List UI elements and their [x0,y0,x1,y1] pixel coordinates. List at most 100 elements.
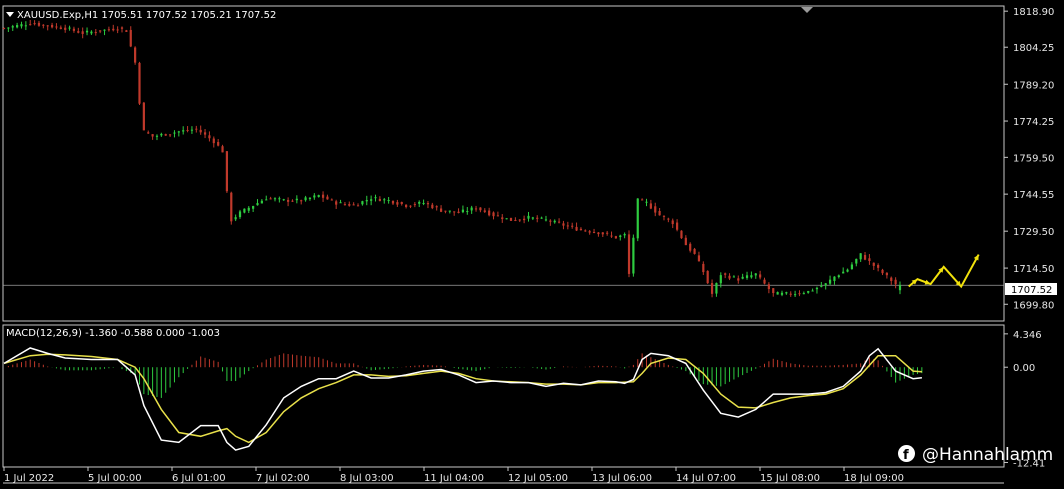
candle-body [435,206,438,208]
candle-body [732,276,736,278]
facebook-f-glyph: f [903,448,909,463]
candle-body [186,129,189,131]
candle-body [195,128,198,130]
candle-body [317,195,320,197]
candle-body [667,218,670,220]
candle-body [247,207,250,211]
candle-body [426,203,430,205]
candle-body [584,230,587,232]
candle-body [501,217,504,220]
candle-body [885,272,888,276]
candle-body [505,218,508,220]
candle-body [356,205,360,207]
candle-body [523,218,526,221]
candle-body [90,31,93,34]
candle-body [641,199,644,201]
candle-body [138,62,141,104]
candle-body [343,204,347,206]
candle-body [894,279,897,285]
candle-body [662,215,666,217]
candle-body [759,274,762,278]
time-tick-label: 1 Jul 2022 [4,473,54,484]
candle-body [702,263,705,273]
candle-body [531,217,534,219]
candle-body [518,219,521,221]
time-tick-label: 7 Jul 02:00 [256,473,310,484]
candle-body [754,273,757,276]
candle-body [794,294,797,296]
candle-body [610,235,613,237]
macd-header: MACD(12,26,9) -1.360 -0.588 0.000 -1.003 [6,328,220,339]
candle-body [488,210,491,216]
candle-body [103,29,106,31]
candle-body [571,225,574,227]
candle-body [24,25,27,27]
candle-body [190,129,194,131]
candle-body [173,132,176,134]
candle-body [509,217,513,221]
candle-body [461,209,465,213]
candle-body [361,201,364,205]
candle-body [370,199,373,201]
candle-body [217,142,220,146]
candle-body [579,228,583,231]
candle-body [300,200,303,202]
candle-body [846,269,849,272]
candle-body [772,288,775,294]
candle-body [125,30,128,32]
candle-body [378,198,381,202]
candle-body [20,24,23,27]
candle-body [129,29,132,47]
time-tick-label: 5 Jul 00:00 [88,473,142,484]
time-tick-label: 6 Jul 01:00 [172,473,226,484]
candle-body [199,129,202,133]
candle-body [116,29,119,31]
candle-body [182,130,185,132]
candle-body [601,232,604,235]
candle-body [811,290,814,292]
time-tick-label: 15 Jul 08:00 [760,473,820,484]
candle-body [855,258,858,264]
candle-body [374,197,377,199]
candle-body [50,24,54,28]
price-tick-label: 1804.25 [1013,43,1054,54]
price-tick-label: 1699.80 [1013,300,1054,311]
candle-body [46,25,49,27]
candle-body [286,199,290,202]
candle-body [728,275,731,279]
candle-body [269,198,272,200]
candle-body [422,203,425,205]
candle-body [680,230,683,239]
candle-body [160,133,163,136]
candle-body [562,223,565,226]
candle-body [623,234,626,236]
candle-body [252,206,255,209]
candle-body [295,198,298,201]
candle-body [155,135,159,137]
candle-body [55,26,58,28]
candle-body [850,264,854,270]
candle-body [496,215,499,217]
price-tick-label: 1744.55 [1013,190,1054,201]
candle-body [221,146,224,153]
candle-body [2,28,6,30]
candle-body [536,217,539,219]
price-tick-label: 1759.50 [1013,153,1054,164]
price-tick-label: 1729.50 [1013,227,1054,238]
candle-body [59,27,62,29]
price-tick-label: 1774.25 [1013,117,1054,128]
candle-body [780,292,784,295]
candle-body [42,24,45,26]
time-tick-label: 12 Jul 05:00 [508,473,568,484]
candle-body [474,208,478,210]
candle-body [208,135,211,139]
candle-body [238,211,242,218]
candle-body [636,198,639,239]
candle-body [859,253,862,260]
candle-body [400,202,403,204]
candle-body [326,196,329,200]
candle-body [335,201,338,205]
current-price-label: 1707.52 [1011,285,1052,296]
candle-body [405,204,408,207]
candle-body [321,194,325,198]
